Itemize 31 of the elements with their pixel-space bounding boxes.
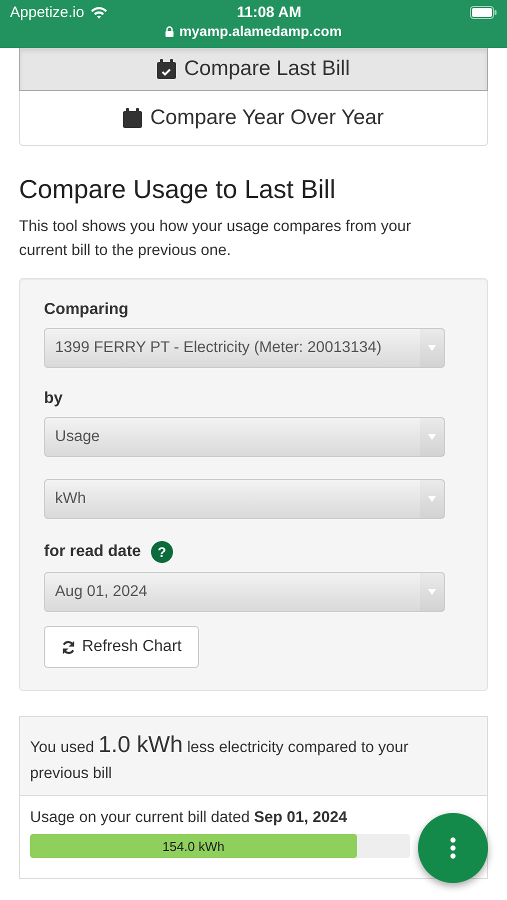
- wifi-icon: [90, 6, 108, 19]
- calendar-icon: [123, 108, 142, 128]
- more-icon: [450, 837, 456, 859]
- dropdown-field[interactable]: kWh: [44, 479, 445, 519]
- caret-icon: [428, 434, 436, 440]
- field-label: Comparing: [44, 301, 128, 319]
- calendar-check-icon: [157, 59, 176, 79]
- page-heading: Compare Usage to Last Bill: [19, 174, 336, 205]
- more-button[interactable]: [418, 813, 488, 883]
- url-text: myamp.alamedamp.com: [179, 23, 342, 39]
- current-bill-label: Usage on your current bill dated Sep 01, 2024: [30, 808, 348, 828]
- field-label: by: [44, 390, 63, 408]
- usage-bar: 154.0 kWh: [30, 834, 357, 858]
- dropdown-field[interactable]: 1399 FERRY PT - Electricity (Meter: 20013134): [44, 328, 445, 368]
- usage-summary: You used 1.0 kWh less electricity compared to your previous bill: [20, 717, 487, 796]
- help-icon[interactable]: ?: [150, 541, 173, 563]
- refresh-button[interactable]: Refresh Chart: [44, 626, 199, 668]
- battery-icon: [470, 6, 497, 19]
- intro-text: This tool shows you how your usage compares from your current bill to the previous one.: [19, 217, 412, 261]
- lock-icon: [165, 26, 174, 36]
- dropdown-field[interactable]: Usage: [44, 417, 445, 457]
- carrier-label: Appetize.io: [10, 4, 84, 21]
- refresh-icon: [61, 640, 76, 654]
- view-tab[interactable]: Compare Last Bill: [19, 48, 488, 91]
- view-tab[interactable]: Compare Year Over Year: [19, 91, 488, 146]
- dropdown-field[interactable]: Aug 01, 2024: [44, 572, 445, 612]
- caret-icon: [428, 345, 436, 351]
- caret-icon: [428, 496, 436, 502]
- field-label: for read date: [44, 543, 141, 561]
- caret-icon: [428, 589, 436, 595]
- clock-time: 11:08 AM: [236, 4, 302, 21]
